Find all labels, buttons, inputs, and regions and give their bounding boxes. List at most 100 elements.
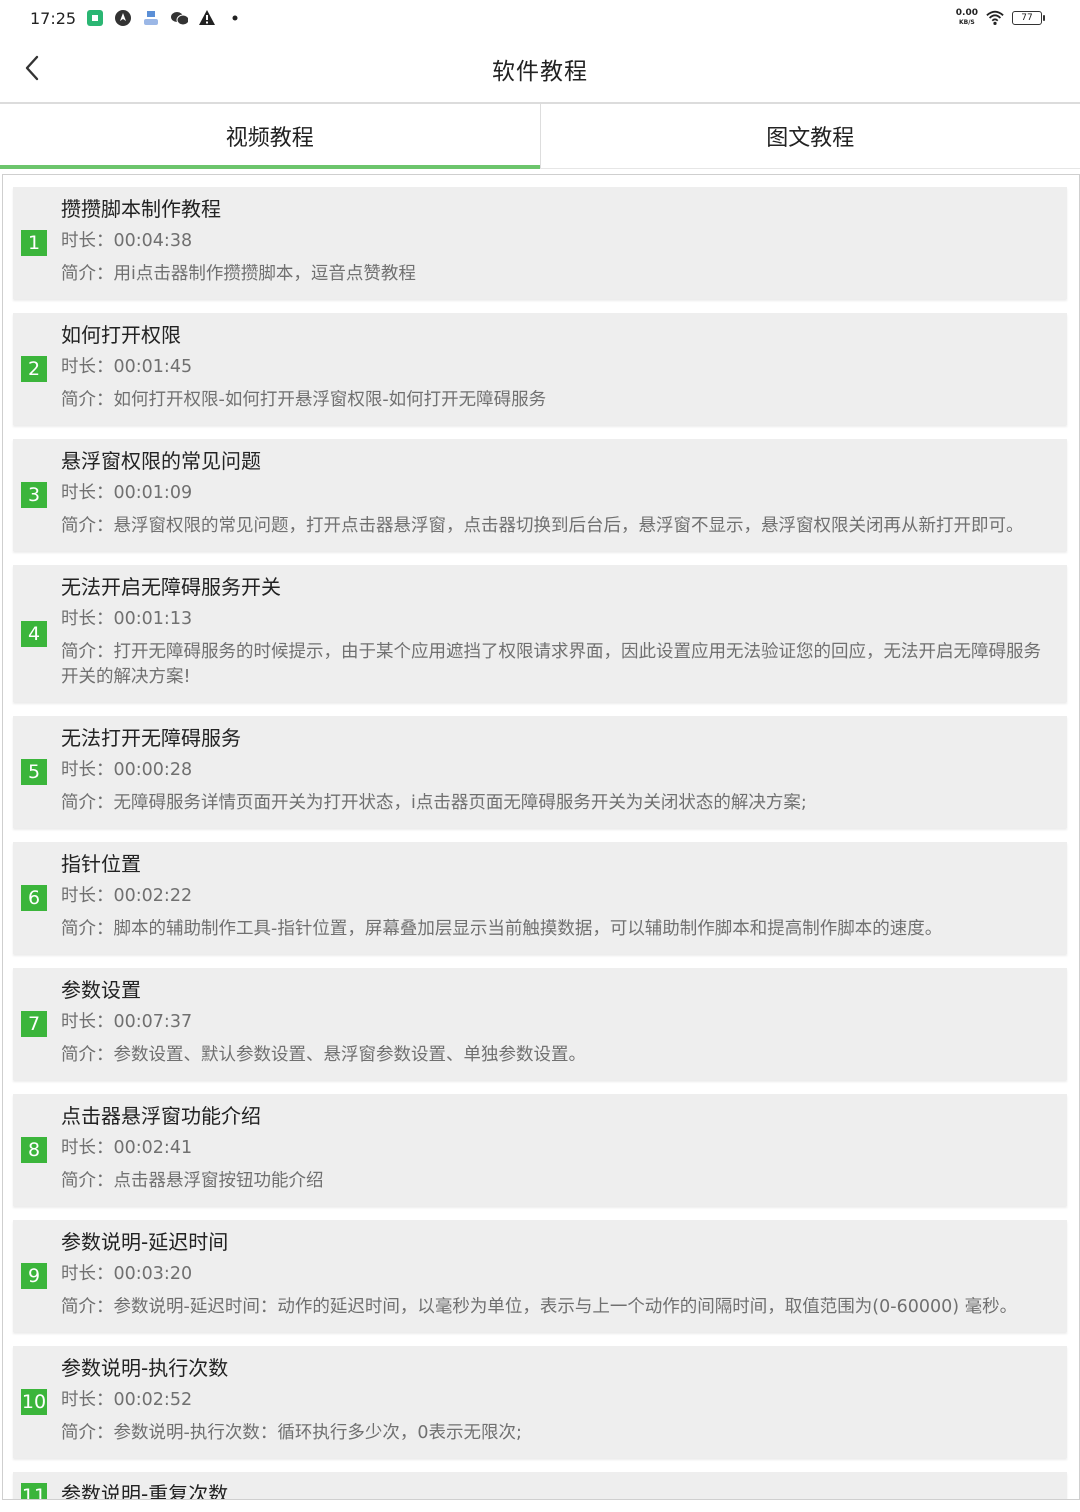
item-description: 简介：如何打开权限-如何打开悬浮窗权限-如何打开无障碍服务 <box>61 388 1047 419</box>
item-duration: 时长：00:01:13 <box>61 607 1047 632</box>
list-item[interactable]: 2 如何打开权限 时长：00:01:45 简介：如何打开权限-如何打开悬浮窗权限… <box>13 313 1067 425</box>
tutorial-list: 1 攒攒脚本制作教程 时长：00:04:38 简介：用i点击器制作攒攒脚本，逗音… <box>13 187 1067 1500</box>
list-item[interactable]: 7 参数设置 时长：00:07:37 简介：参数设置、默认参数设置、悬浮窗参数设… <box>13 968 1067 1080</box>
description-label: 简介： <box>61 919 114 939</box>
item-duration: 时长：00:02:41 <box>61 1136 1047 1161</box>
duration-value: 00:07:37 <box>113 1012 193 1032</box>
item-duration: 时长：00:02:52 <box>61 1388 1047 1413</box>
item-index-badge: 9 <box>21 1263 47 1289</box>
description-value: 如何打开权限-如何打开悬浮窗权限-如何打开无障碍服务 <box>113 390 547 410</box>
duration-label: 时长： <box>61 609 114 629</box>
duration-label: 时长： <box>61 231 114 251</box>
item-title: 悬浮窗权限的常见问题 <box>61 449 261 473</box>
battery-level: 77 <box>1021 13 1033 23</box>
item-index-badge: 11 <box>21 1483 47 1499</box>
item-duration: 时长：00:00:28 <box>61 758 1047 783</box>
tab-video-tutorials[interactable]: 视频教程 <box>0 104 540 169</box>
item-duration: 时长：00:07:37 <box>61 1010 1047 1035</box>
list-item[interactable]: 3 悬浮窗权限的常见问题 时长：00:01:09 简介：悬浮窗权限的常见问题，打… <box>13 439 1067 551</box>
description-label: 简介： <box>61 1297 114 1317</box>
item-description: 简介：用i点击器制作攒攒脚本，逗音点赞教程 <box>61 262 1047 293</box>
tab-bar: 视频教程 图文教程 <box>0 104 1080 169</box>
duration-value: 00:03:20 <box>113 1264 193 1284</box>
item-index-badge: 6 <box>21 885 47 911</box>
description-label: 简介： <box>61 516 114 536</box>
item-description: 简介：无障碍服务详情页面开关为打开状态，i点击器页面无障碍服务开关为关闭状态的解… <box>61 791 1047 822</box>
duration-value: 00:02:52 <box>113 1390 193 1410</box>
item-index-badge: 4 <box>21 620 47 647</box>
description-value: 参数设置、默认参数设置、悬浮窗参数设置、单独参数设置。 <box>113 1045 587 1065</box>
duration-label: 时长： <box>61 1264 114 1284</box>
chevron-left-icon <box>25 55 39 81</box>
item-index-badge: 1 <box>21 230 47 256</box>
item-description: 简介：参数说明-延迟时间：动作的延迟时间，以毫秒为单位，表示与上一个动作的间隔时… <box>61 1295 1047 1326</box>
duration-label: 时长： <box>61 483 114 503</box>
description-value: 脚本的辅助制作工具-指针位置，屏幕叠加层显示当前触摸数据，可以辅助制作脚本和提高… <box>113 919 943 939</box>
list-item[interactable]: 5 无法打开无障碍服务 时长：00:00:28 简介：无障碍服务详情页面开关为打… <box>13 716 1067 828</box>
duration-value: 00:04:38 <box>113 231 193 251</box>
description-label: 简介： <box>61 1171 114 1191</box>
item-title: 参数说明-执行次数 <box>61 1356 229 1380</box>
tutorial-list-frame[interactable]: 1 攒攒脚本制作教程 时长：00:04:38 简介：用i点击器制作攒攒脚本，逗音… <box>2 174 1080 1500</box>
item-description: 简介：悬浮窗权限的常见问题，打开点击器悬浮窗，点击器切换到后台后，悬浮窗不显示，… <box>61 514 1047 545</box>
description-label: 简介： <box>61 1045 114 1065</box>
dot-icon <box>226 9 244 27</box>
description-label: 简介： <box>61 390 114 410</box>
list-item[interactable]: 6 指针位置 时长：00:02:22 简介：脚本的辅助制作工具-指针位置，屏幕叠… <box>13 842 1067 954</box>
shield-app-icon <box>86 9 104 27</box>
duration-label: 时长： <box>61 357 114 377</box>
item-index-badge: 8 <box>21 1137 47 1163</box>
item-description: 简介：打开无障碍服务的时候提示，由于某个应用遮挡了权限请求界面，因此设置应用无法… <box>61 640 1047 696</box>
list-item[interactable]: 4 无法开启无障碍服务开关 时长：00:01:13 简介：打开无障碍服务的时候提… <box>13 565 1067 702</box>
net-speed: 0.00 KB/S <box>956 9 978 27</box>
back-button[interactable] <box>14 50 50 86</box>
duration-value: 00:01:09 <box>113 483 193 503</box>
duration-value: 00:02:41 <box>113 1138 193 1158</box>
item-description: 简介：参数说明-执行次数：循环执行多少次，0表示无限次; <box>61 1421 1047 1452</box>
item-title: 参数设置 <box>61 978 141 1002</box>
title-bar: 软件教程 <box>0 36 1080 104</box>
duration-value: 00:01:13 <box>113 609 193 629</box>
list-item[interactable]: 11 参数说明-重复次数 <box>13 1472 1067 1500</box>
list-item[interactable]: 9 参数说明-延迟时间 时长：00:03:20 简介：参数说明-延迟时间：动作的… <box>13 1220 1067 1332</box>
description-label: 简介： <box>61 1423 114 1443</box>
item-duration: 时长：00:04:38 <box>61 229 1047 254</box>
description-label: 简介： <box>61 264 114 284</box>
item-title: 无法开启无障碍服务开关 <box>61 575 281 599</box>
battery-icon: 77 <box>1012 11 1045 25</box>
description-label: 简介： <box>61 793 114 813</box>
item-index-badge: 5 <box>21 759 47 785</box>
item-title: 参数说明-延迟时间 <box>61 1230 229 1254</box>
item-title: 点击器悬浮窗功能介绍 <box>61 1104 261 1128</box>
wifi-icon <box>986 9 1004 27</box>
tab-image-text-tutorials[interactable]: 图文教程 <box>541 104 1080 168</box>
net-speed-value: 0.00 <box>955 8 978 18</box>
item-duration: 时长：00:01:45 <box>61 355 1047 380</box>
status-bar: 17:25 0.00 KB/S 77 <box>0 0 1080 36</box>
duration-label: 时长： <box>61 760 114 780</box>
item-duration: 时长：00:03:20 <box>61 1262 1047 1287</box>
item-duration: 时长：00:01:09 <box>61 481 1047 506</box>
cloud-app-icon <box>142 9 160 27</box>
net-speed-unit: KB/S <box>959 19 975 26</box>
item-title: 参数说明-重复次数 <box>61 1482 229 1500</box>
wechat-icon <box>170 9 189 27</box>
item-index-badge: 10 <box>21 1389 47 1415</box>
list-item[interactable]: 1 攒攒脚本制作教程 时长：00:04:38 简介：用i点击器制作攒攒脚本，逗音… <box>13 187 1067 299</box>
tab-label: 图文教程 <box>766 126 855 151</box>
description-value: 参数说明-延迟时间：动作的延迟时间，以毫秒为单位，表示与上一个动作的间隔时间，取… <box>113 1297 1018 1317</box>
item-title: 无法打开无障碍服务 <box>61 726 241 750</box>
item-index-badge: 3 <box>21 482 47 508</box>
status-time: 17:25 <box>30 8 77 28</box>
duration-label: 时长： <box>61 1138 114 1158</box>
description-label: 简介： <box>61 642 114 662</box>
list-item[interactable]: 8 点击器悬浮窗功能介绍 时长：00:02:41 简介：点击器悬浮窗按钮功能介绍 <box>13 1094 1067 1206</box>
tab-label: 视频教程 <box>225 126 314 151</box>
description-value: 用i点击器制作攒攒脚本，逗音点赞教程 <box>113 264 416 284</box>
description-value: 参数说明-执行次数：循环执行多少次，0表示无限次; <box>113 1423 522 1443</box>
list-item[interactable]: 10 参数说明-执行次数 时长：00:02:52 简介：参数说明-执行次数：循环… <box>13 1346 1067 1458</box>
item-title: 攒攒脚本制作教程 <box>61 197 221 221</box>
item-title: 指针位置 <box>61 852 141 876</box>
item-description: 简介：点击器悬浮窗按钮功能介绍 <box>61 1169 1047 1200</box>
item-description: 简介：脚本的辅助制作工具-指针位置，屏幕叠加层显示当前触摸数据，可以辅助制作脚本… <box>61 917 1047 948</box>
